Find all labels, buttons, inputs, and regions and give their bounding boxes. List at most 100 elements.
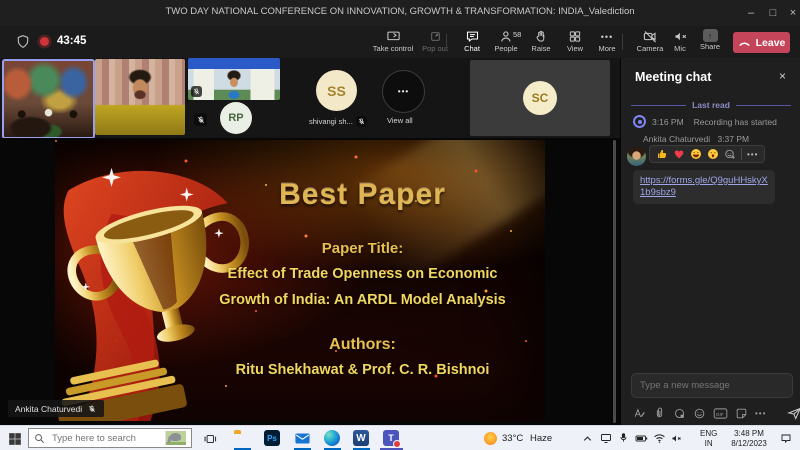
more-ellipsis-icon: ••• <box>747 150 758 159</box>
search-input[interactable] <box>50 432 160 445</box>
tray-wifi-icon[interactable] <box>653 433 666 444</box>
recording-event-row: 3:16 PM Recording has started <box>633 115 777 128</box>
view-all-button[interactable]: ••• <box>382 70 425 113</box>
photoshop-icon[interactable]: Ps <box>264 430 280 446</box>
meeting-chat-panel: Meeting chat × Last read 3:16 PM Recordi… <box>620 58 800 425</box>
last-read-divider: Last read <box>631 100 791 110</box>
taskbar-clock[interactable]: 3:48 PM 8/12/2023 <box>726 429 772 448</box>
clock-date: 8/12/2023 <box>726 439 772 449</box>
grid-view-icon <box>568 29 582 44</box>
leave-button[interactable]: Leave <box>733 32 790 53</box>
people-label: People <box>494 45 517 53</box>
language-indicator[interactable]: ENG IN <box>700 429 717 448</box>
close-icon: × <box>790 7 796 19</box>
message-author-avatar[interactable] <box>627 147 646 166</box>
recording-event-time: 3:16 PM <box>652 117 684 127</box>
send-icon[interactable] <box>787 406 800 421</box>
recording-event-icon <box>633 115 646 128</box>
sticker-icon[interactable] <box>735 407 748 420</box>
share-arrow-icon: ↑ <box>703 29 718 42</box>
teams-icon[interactable]: T <box>383 430 399 446</box>
close-button[interactable]: × <box>784 4 800 22</box>
gif-icon[interactable]: GIF <box>713 407 728 420</box>
screen-control-icon <box>386 29 401 44</box>
stage-scrollbar[interactable] <box>613 140 616 423</box>
participant-video[interactable] <box>95 59 185 135</box>
participant-video[interactable] <box>188 58 280 100</box>
recording-event-text: Recording has started <box>694 117 777 127</box>
compose-box[interactable] <box>631 373 793 398</box>
participant-tile-sc[interactable]: SC <box>470 60 610 136</box>
attach-icon[interactable] <box>653 407 666 420</box>
view-all-label: View all <box>387 116 413 125</box>
weather-icon[interactable] <box>484 432 497 445</box>
emoji-icon[interactable] <box>693 407 706 420</box>
participant-tile-rp[interactable]: RP <box>188 102 280 135</box>
maximize-button[interactable]: □ <box>764 4 782 22</box>
toolbar-divider <box>622 34 623 50</box>
view-label: View <box>567 45 583 53</box>
shared-slide: Best Paper Paper Title: Effect of Trade … <box>55 140 545 421</box>
authors-label: Authors: <box>185 336 540 354</box>
weather-temp[interactable]: 33°C <box>502 433 523 444</box>
tray-battery-icon[interactable] <box>635 434 648 443</box>
mic-muted-icon <box>86 403 97 414</box>
compose-more-icon[interactable]: ••• <box>755 409 766 418</box>
thumbs-up-icon[interactable] <box>656 148 668 160</box>
reaction-bar: ••• <box>649 145 765 163</box>
pop-out-icon <box>429 29 442 44</box>
message-time: 3:37 PM <box>717 134 749 144</box>
maximize-icon: □ <box>770 7 777 19</box>
teams-meeting-window: TWO DAY NATIONAL CONFERENCE ON INNOVATIO… <box>0 0 800 450</box>
tray-expand-chevron-icon[interactable] <box>582 434 593 443</box>
mail-icon[interactable] <box>294 430 311 447</box>
close-icon: × <box>779 69 786 83</box>
loop-component-icon[interactable] <box>673 407 686 420</box>
laugh-icon[interactable] <box>690 148 702 160</box>
paper-title-label: Paper Title: <box>185 240 540 257</box>
message-bubble: https://forms.gle/Q9guHHskyX 1b9sbz9 <box>633 170 775 204</box>
share-button[interactable]: ↑ Share <box>686 29 734 51</box>
add-reaction-icon[interactable] <box>724 148 736 160</box>
weather-desc[interactable]: Haze <box>530 433 552 444</box>
message-more-options-button[interactable]: ••• <box>747 150 758 159</box>
toolbar-divider <box>446 34 447 50</box>
chat-panel-title: Meeting chat <box>635 70 711 84</box>
message-input[interactable] <box>632 374 800 397</box>
action-center-icon[interactable] <box>780 433 792 444</box>
authors-names: Ritu Shekhawat & Prof. C. R. Bishnoi <box>185 362 540 378</box>
word-icon[interactable]: W <box>353 430 369 446</box>
paper-title-line2: Growth of India: An ARDL Model Analysis <box>185 292 540 308</box>
window-title: TWO DAY NATIONAL CONFERENCE ON INNOVATIO… <box>0 6 800 17</box>
leave-label: Leave <box>756 37 786 49</box>
paper-title-line1: Effect of Trade Openness on Economic <box>185 266 540 282</box>
start-button[interactable] <box>8 432 22 446</box>
take-control-button[interactable]: Take control <box>369 29 417 53</box>
message-link-line1: https://forms.gle/Q9guHHskyX <box>640 175 768 187</box>
participant-video-active-speaker[interactable] <box>2 59 95 139</box>
more-actions-button[interactable]: ••• More <box>583 29 631 53</box>
tray-volume-muted-icon[interactable] <box>671 433 683 444</box>
reaction-bar-divider <box>741 148 742 160</box>
tray-mic-icon[interactable] <box>618 432 629 444</box>
surprised-icon[interactable] <box>707 148 719 160</box>
task-view-button[interactable] <box>203 432 217 446</box>
tray-display-icon[interactable] <box>600 433 612 444</box>
mic-muted-icon <box>191 86 202 97</box>
search-highlight-elephant-image <box>165 431 186 445</box>
presenter-name: Ankita Chaturvedi <box>15 404 82 414</box>
mic-muted-icon <box>356 116 367 127</box>
minimize-button[interactable]: – <box>742 4 760 22</box>
message-link[interactable]: https://forms.gle/Q9guHHskyX 1b9sbz9 <box>640 175 768 199</box>
edge-browser-icon[interactable] <box>324 430 340 446</box>
chat-close-button[interactable]: × <box>779 69 786 83</box>
more-ellipsis-icon: ••• <box>755 409 766 418</box>
language-line2: IN <box>700 439 717 449</box>
participant-avatar-ss[interactable]: SS <box>316 70 357 111</box>
taskbar-search[interactable] <box>28 428 192 448</box>
mic-muted-icon <box>194 113 207 126</box>
slide-title: Best Paper <box>185 178 540 212</box>
language-line1: ENG <box>700 429 717 439</box>
heart-icon[interactable] <box>673 148 685 160</box>
format-icon[interactable] <box>633 407 646 420</box>
